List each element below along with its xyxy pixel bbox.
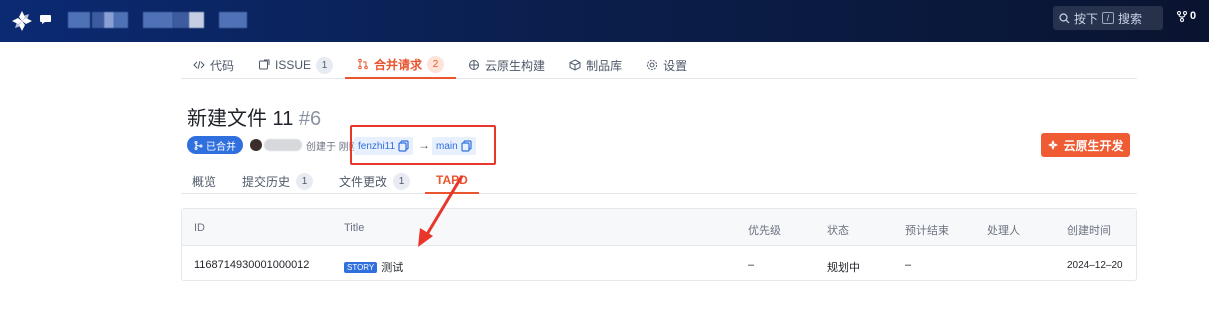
row-id: 1168714930001000012 <box>194 259 310 271</box>
column-header-title[interactable]: Title <box>344 222 364 234</box>
tab-cloud-build-label: 云原生构建 <box>485 58 546 73</box>
tapd-table: ID Title 优先级 状态 预计结束 处理人 创建时间 1168714930… <box>181 208 1137 281</box>
column-header-status[interactable]: 状态 <box>827 222 849 238</box>
row-created: 2024–12–20 <box>1067 260 1123 271</box>
fork-count: 0 <box>1190 10 1197 22</box>
row-title-text: 测试 <box>381 262 404 274</box>
code-icon <box>193 60 205 70</box>
row-status: 规划中 <box>827 262 860 274</box>
cloud-dev-icon <box>1048 140 1059 150</box>
tab-files-changed-count: 1 <box>393 172 411 190</box>
tab-tapd[interactable]: TAPD <box>425 168 479 194</box>
tab-pull-requests-count: 2 <box>427 55 445 73</box>
pr-subtabs: 概览 提交历史 1 文件更改 1 TAPD <box>181 168 1137 194</box>
merge-icon <box>194 140 203 150</box>
global-search[interactable]: 按下 / 搜索 <box>1053 6 1163 30</box>
row-title[interactable]: STORY 测试 <box>344 259 403 275</box>
column-header-priority[interactable]: 优先级 <box>748 222 781 238</box>
package-icon <box>569 59 581 71</box>
issue-icon <box>259 59 270 70</box>
tab-pull-requests[interactable]: 合并请求 2 <box>345 51 457 79</box>
tab-packages-label: 制品库 <box>586 58 623 73</box>
breadcrumb-blurred[interactable] <box>219 12 247 28</box>
search-hint-action: 搜索 <box>1118 11 1143 26</box>
status-badge: 已合并 <box>187 136 243 154</box>
tab-cloud-build[interactable]: 云原生构建 <box>456 51 557 79</box>
tab-issue[interactable]: ISSUE 1 <box>246 51 345 79</box>
annotation-highlight-box <box>350 125 496 165</box>
pull-request-icon <box>358 58 368 70</box>
pr-meta: 已合并 创建于 刚刚 <box>187 135 359 155</box>
fork-icon <box>1177 10 1187 22</box>
cloud-dev-button[interactable]: 云原生开发 <box>1041 133 1130 157</box>
story-tag: STORY <box>344 262 378 273</box>
tab-settings-label: 设置 <box>663 58 688 73</box>
breadcrumb-blurred[interactable] <box>173 12 189 28</box>
settings-icon <box>646 59 658 71</box>
breadcrumb-blurred[interactable] <box>189 12 204 28</box>
tab-files-changed-label: 文件更改 <box>339 174 388 189</box>
search-shortcut-key: / <box>1102 12 1115 24</box>
author-name-blurred[interactable] <box>264 139 302 151</box>
logo-icon[interactable] <box>10 9 34 33</box>
search-icon <box>1059 12 1070 23</box>
breadcrumb-blurred[interactable] <box>143 12 173 28</box>
tab-overview[interactable]: 概览 <box>181 168 227 194</box>
tab-pull-requests-label: 合并请求 <box>374 57 423 72</box>
breadcrumb-blurred[interactable] <box>104 12 114 28</box>
tab-files-changed[interactable]: 文件更改 1 <box>328 168 421 194</box>
breadcrumb-blurred[interactable] <box>114 12 128 28</box>
avatar[interactable] <box>250 139 262 151</box>
column-header-created[interactable]: 创建时间 <box>1067 222 1111 238</box>
tab-commits-count: 1 <box>296 172 314 190</box>
search-hint-prefix: 按下 <box>1074 11 1099 26</box>
column-header-id[interactable]: ID <box>194 222 205 234</box>
page-title: 新建文件 11 #6 <box>187 102 321 131</box>
tab-tapd-label: TAPD <box>436 173 468 187</box>
tab-commits[interactable]: 提交历史 1 <box>231 168 324 194</box>
breadcrumb-blurred[interactable] <box>92 12 104 28</box>
tab-code[interactable]: 代码 <box>181 51 246 79</box>
tab-commits-label: 提交历史 <box>242 174 291 189</box>
fork-counter[interactable]: 0 <box>1177 10 1196 22</box>
tab-issue-label: ISSUE <box>275 58 312 72</box>
chat-icon[interactable] <box>40 15 51 24</box>
tab-overview-label: 概览 <box>192 174 217 189</box>
tab-issue-count: 1 <box>316 56 334 74</box>
tab-code-label: 代码 <box>210 58 235 73</box>
breadcrumb-blurred[interactable] <box>68 12 90 28</box>
status-badge-label: 已合并 <box>206 141 236 153</box>
table-header: ID Title 优先级 状态 预计结束 处理人 创建时间 <box>182 209 1136 246</box>
row-priority: – <box>748 259 755 271</box>
top-navigation-bar: 按下 / 搜索 0 <box>0 0 1209 42</box>
repo-nav: 代码 ISSUE 1 合并请求 2 云原生构建 制品库 设置 <box>181 51 1137 79</box>
pr-number: #6 <box>298 108 322 130</box>
cloud-dev-label: 云原生开发 <box>1063 138 1124 153</box>
cloud-build-icon <box>469 60 480 70</box>
column-header-assignee[interactable]: 处理人 <box>987 222 1020 238</box>
row-due: – <box>905 259 912 271</box>
pr-title: 新建文件 11 <box>187 108 294 130</box>
tab-packages[interactable]: 制品库 <box>557 51 634 79</box>
tab-settings[interactable]: 设置 <box>634 51 699 79</box>
column-header-due[interactable]: 预计结束 <box>905 222 949 238</box>
